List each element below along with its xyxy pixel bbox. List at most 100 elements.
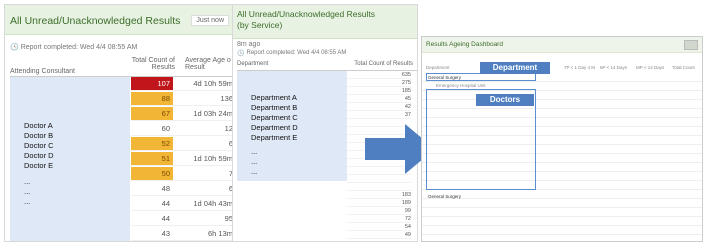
doctor-name[interactable]: Doctor D [24,151,144,160]
age-cell: 95 [224,214,233,223]
result-row[interactable]: 52 6 [131,137,233,151]
age-cell: 4d 10h 59m [193,79,233,88]
result-row[interactable]: 50 7 [131,167,233,181]
doctor-name[interactable]: Doctor C [24,141,144,150]
count-cell: 48 [161,184,170,193]
count-cell: 44 [161,214,170,223]
department-count[interactable] [347,175,411,183]
col-total[interactable]: Total Count of Results [129,57,175,71]
doctor-name[interactable]: ... [24,197,144,206]
report-completed: Report completed: Wed 4/4 08:55 AM [246,50,347,56]
col-header-3[interactable]: 6P < 14 Days [600,65,627,70]
grid-row [422,217,702,226]
department-count[interactable]: 99 [347,207,411,215]
result-row[interactable]: 60 12 [131,122,233,136]
doctor-name[interactable]: Doctor B [24,131,144,140]
doctors-label: Doctors [476,94,534,106]
department-name[interactable]: ... [251,147,361,156]
age-cell: 12 [224,124,233,133]
col-header-total[interactable]: Total Count [672,65,695,70]
department-count[interactable]: 54 [347,223,411,231]
age-cell: 6 [228,139,233,148]
row-general-surgery[interactable]: General Surgery [428,194,461,199]
count-cell: 52 [131,137,173,150]
department-name[interactable]: Department A [251,93,361,102]
department-name[interactable]: ... [251,157,361,166]
results-rows: 107 4d 10h 59m 88 136 67 1d 03h 24m 60 12 52 6 51 1… [131,77,233,241]
department-count[interactable]: 42 [347,103,411,111]
age-cell: 6h 13m [207,229,233,238]
grid-row [422,190,702,199]
result-row[interactable]: 88 136 [131,92,233,106]
count-cell: 60 [161,124,170,133]
department-count[interactable]: 49 [347,231,411,239]
doctor-name[interactable]: Doctor E [24,161,144,170]
col-department[interactable]: Department [237,61,268,67]
col-header-2[interactable]: 7P < 1 Day 4 M [564,65,595,70]
result-row[interactable]: 48 6 [131,182,233,196]
department-name[interactable]: Department D [251,123,361,132]
doctor-name[interactable]: ... [24,187,144,196]
department-count[interactable]: 185 [347,87,411,95]
result-row[interactable]: 44 1d 04h 43m [131,197,233,211]
result-row[interactable]: 107 4d 10h 59m [131,77,233,91]
department-count[interactable]: 635 [347,71,411,79]
grid-row [422,199,702,208]
count-cell: 67 [131,107,173,120]
time-badge[interactable]: Just now [191,15,229,26]
count-cell: 88 [131,92,173,105]
doctor-name[interactable]: ... [24,177,144,186]
panel-header: All Unread/Unacknowledged Results (by Se… [233,5,417,39]
department-count[interactable] [347,183,411,191]
doctor-list: Doctor A Doctor B Doctor C Doctor D Doct… [10,77,130,241]
department-name[interactable]: Department B [251,103,361,112]
results-ageing-dashboard: Results Ageing Dashboard Department < 1 … [421,36,703,242]
grid-row [422,226,702,235]
age-cell: 6 [228,184,233,193]
department-name[interactable]: Department C [251,113,361,122]
age-cell: 1d 10h 59m [193,154,233,163]
grid-row [422,208,702,217]
count-cell: 107 [131,77,173,90]
panel-title: All Unread/Unacknowledged Results [10,15,181,27]
dashboard-title: Results Ageing Dashboard [426,41,503,48]
panel-header: All Unread/Unacknowledged Results Just n… [5,5,233,35]
doctor-name[interactable]: Doctor A [24,121,144,130]
department-count[interactable]: 37 [347,111,411,119]
count-cell: 50 [131,167,173,180]
count-cell: 43 [161,229,170,238]
col-consultant[interactable]: Attending Consultant [10,68,75,75]
department-count[interactable]: 183 [347,191,411,199]
expand-icon[interactable] [684,40,698,50]
grid-row [422,235,702,241]
col-average-age[interactable]: Average Age o Result [185,57,233,71]
count-cell: 44 [161,199,170,208]
department-list: Department A Department B Department C D… [237,71,347,181]
age-cell: 136 [220,94,233,103]
age-cell: 1d 04h 43m [193,199,233,208]
department-count[interactable]: 275 [347,79,411,87]
age-cell: 1d 03h 24m [193,109,233,118]
result-row[interactable]: 67 1d 03h 24m [131,107,233,121]
col-header-4[interactable]: MP < 14 Days [636,65,664,70]
clock-icon: 🕓 [237,51,245,57]
count-cell: 51 [131,152,173,165]
result-row[interactable]: 44 95 [131,212,233,226]
department-name[interactable]: Department E [251,133,361,142]
department-count[interactable]: 189 [347,199,411,207]
department-count[interactable]: 45 [347,95,411,103]
col-header-department[interactable]: Department [426,65,450,70]
clock-icon: 🕓 [10,44,19,51]
department-name[interactable]: ... [251,167,361,176]
report-completed: Report completed: Wed 4/4 08:55 AM [20,43,138,51]
results-by-service-panel: All Unread/Unacknowledged Results (by Se… [232,4,418,242]
result-row[interactable]: 43 6h 13m [131,227,233,241]
dashboard-header: Results Ageing Dashboard [422,37,702,53]
age-label: 8m ago [237,41,261,48]
department-highlight [426,73,536,81]
department-label: Department [480,62,550,74]
result-row[interactable]: 51 1d 10h 59m [131,152,233,166]
unread-results-panel: All Unread/Unacknowledged Results Just n… [4,4,234,242]
department-count[interactable]: 72 [347,215,411,223]
col-total[interactable]: Total Count of Results [354,61,413,67]
